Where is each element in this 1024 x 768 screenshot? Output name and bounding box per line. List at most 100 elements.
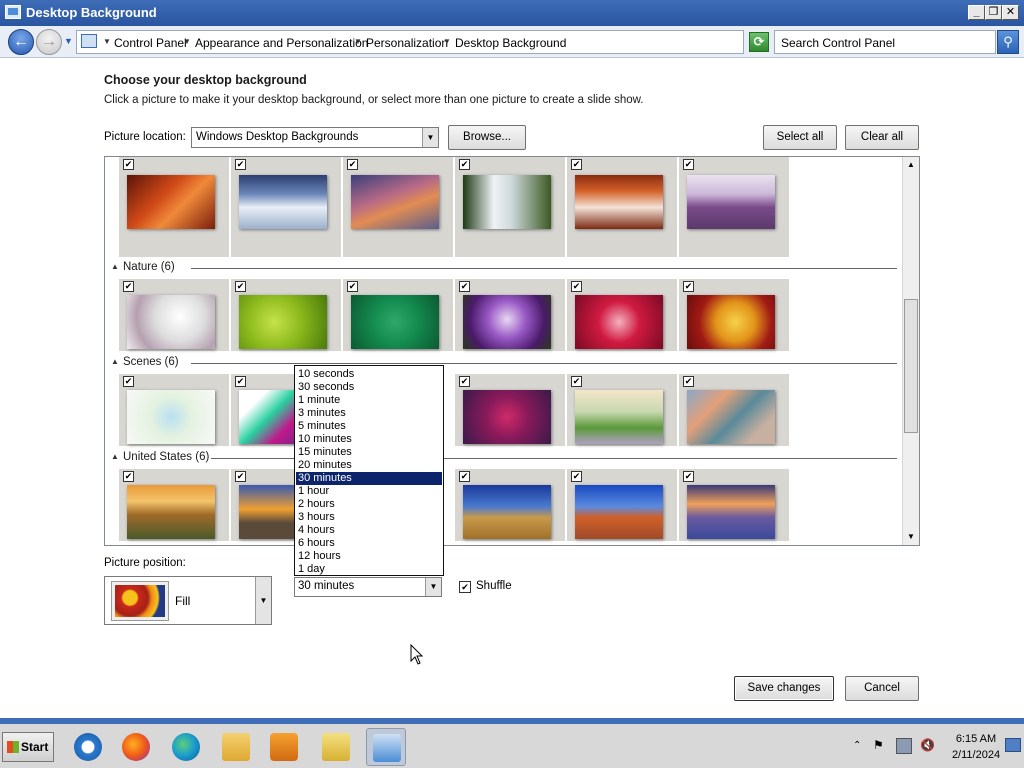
picture-checkbox[interactable]: ✔	[459, 376, 470, 387]
picture-thumbnail[interactable]	[127, 390, 215, 444]
picture-thumbnail[interactable]	[127, 295, 215, 349]
picture-tile[interactable]: ✔	[679, 374, 789, 446]
picture-thumbnail[interactable]	[575, 485, 663, 539]
restore-button[interactable]: ❐	[985, 5, 1002, 20]
picture-checkbox[interactable]: ✔	[123, 471, 134, 482]
save-changes-button[interactable]: Save changes	[734, 676, 834, 701]
group-header-united-states[interactable]: ▲ United States (6)	[111, 451, 897, 467]
interval-option[interactable]: 5 minutes	[296, 420, 442, 433]
picture-checkbox[interactable]: ✔	[123, 376, 134, 387]
select-all-button[interactable]: Select all	[763, 125, 837, 150]
picture-checkbox[interactable]: ✔	[683, 281, 694, 292]
chevron-down-icon[interactable]: ▼	[255, 577, 271, 624]
picture-tile[interactable]: ✔	[567, 157, 677, 257]
group-header-scenes[interactable]: ▲ Scenes (6)	[111, 356, 897, 372]
picture-thumbnail[interactable]	[687, 390, 775, 444]
picture-checkbox[interactable]: ✔	[123, 159, 134, 170]
interval-option[interactable]: 4 hours	[296, 524, 442, 537]
picture-checkbox[interactable]: ✔	[235, 159, 246, 170]
taskbar-edge[interactable]	[166, 728, 206, 766]
interval-option[interactable]: 30 minutes	[296, 472, 442, 485]
picture-tile[interactable]: ✔	[119, 374, 229, 446]
picture-tile[interactable]: ✔	[231, 157, 341, 257]
picture-thumbnail[interactable]	[575, 390, 663, 444]
shuffle-checkbox[interactable]: ✔	[459, 581, 471, 593]
change-picture-interval-select[interactable]: 30 minutes ▼	[294, 577, 442, 597]
breadcrumb-appearance[interactable]: Appearance and Personalization	[195, 36, 368, 50]
picture-checkbox[interactable]: ✔	[123, 281, 134, 292]
breadcrumb-desktop-background[interactable]: Desktop Background	[455, 36, 566, 50]
picture-tile[interactable]: ✔	[343, 157, 453, 257]
interval-option[interactable]: 12 hours	[296, 550, 442, 563]
picture-checkbox[interactable]: ✔	[683, 159, 694, 170]
taskbar-internet-explorer[interactable]	[68, 728, 108, 766]
picture-thumbnail[interactable]	[575, 175, 663, 229]
picture-tile[interactable]: ✔	[119, 279, 229, 351]
interval-option[interactable]: 2 hours	[296, 498, 442, 511]
picture-tile[interactable]: ✔	[455, 469, 565, 541]
picture-thumbnail[interactable]	[351, 175, 439, 229]
picture-tile[interactable]: ✔	[567, 279, 677, 351]
scroll-thumb[interactable]	[904, 299, 918, 433]
picture-checkbox[interactable]: ✔	[571, 281, 582, 292]
shuffle-label[interactable]: Shuffle	[476, 580, 512, 592]
picture-thumbnail[interactable]	[463, 390, 551, 444]
picture-tile[interactable]: ✔	[231, 279, 341, 351]
back-button[interactable]: ←	[8, 29, 34, 55]
interval-option[interactable]: 10 seconds	[296, 368, 442, 381]
picture-thumbnail[interactable]	[687, 175, 775, 229]
picture-checkbox[interactable]: ✔	[459, 281, 470, 292]
picture-tile[interactable]: ✔	[567, 374, 677, 446]
picture-thumbnail[interactable]	[575, 295, 663, 349]
picture-checkbox[interactable]: ✔	[459, 471, 470, 482]
picture-location-select[interactable]: Windows Desktop Backgrounds ▼	[191, 127, 439, 148]
chevron-down-icon[interactable]: ▼	[425, 578, 441, 596]
crumb-separator-icon[interactable]: ▼	[354, 37, 362, 46]
interval-dropdown-list[interactable]: 10 seconds 30 seconds 1 minute 3 minutes 5 m…	[294, 365, 444, 576]
picture-thumbnail[interactable]	[127, 175, 215, 229]
cancel-button[interactable]: Cancel	[845, 676, 919, 701]
crumb-separator-icon[interactable]: ▼	[443, 37, 451, 46]
picture-checkbox[interactable]: ✔	[235, 376, 246, 387]
picture-thumbnail[interactable]	[351, 295, 439, 349]
interval-option[interactable]: 15 minutes	[296, 446, 442, 459]
picture-thumbnail[interactable]	[127, 485, 215, 539]
forward-button[interactable]: →	[36, 29, 62, 55]
crumb-separator-icon[interactable]: ▼	[183, 37, 191, 46]
taskbar-documents-folder[interactable]	[316, 728, 356, 766]
picture-tile[interactable]: ✔	[679, 157, 789, 257]
interval-option[interactable]: 3 minutes	[296, 407, 442, 420]
breadcrumb-personalization[interactable]: Personalization	[366, 36, 448, 50]
minimize-button[interactable]: _	[968, 5, 985, 20]
picture-tile[interactable]: ✔	[119, 469, 229, 541]
refresh-button[interactable]: ⟳	[749, 32, 769, 52]
picture-thumbnail[interactable]	[687, 485, 775, 539]
picture-tile[interactable]: ✔	[455, 374, 565, 446]
clock-date[interactable]: 2/11/2024	[946, 749, 1006, 761]
picture-tile[interactable]: ✔	[455, 157, 565, 257]
interval-option[interactable]: 1 hour	[296, 485, 442, 498]
picture-checkbox[interactable]: ✔	[571, 159, 582, 170]
picture-checkbox[interactable]: ✔	[347, 159, 358, 170]
clear-all-button[interactable]: Clear all	[845, 125, 919, 150]
picture-checkbox[interactable]: ✔	[683, 471, 694, 482]
browse-button[interactable]: Browse...	[448, 125, 526, 150]
crumb-separator-icon[interactable]: ▼	[103, 37, 111, 46]
taskbar-media-player[interactable]	[264, 728, 304, 766]
breadcrumb-control-panel[interactable]: Control Panel	[114, 36, 187, 50]
recent-pages-dropdown[interactable]: ▼	[64, 36, 73, 46]
picture-tile[interactable]: ✔	[343, 279, 453, 351]
chevron-down-icon[interactable]: ▼	[422, 128, 438, 147]
search-input[interactable]: Search Control Panel	[774, 30, 996, 54]
scroll-down-arrow-icon[interactable]: ▼	[903, 529, 919, 545]
picture-checkbox[interactable]: ✔	[235, 281, 246, 292]
taskbar-control-panel[interactable]	[366, 728, 406, 766]
picture-checkbox[interactable]: ✔	[235, 471, 246, 482]
picture-checkbox[interactable]: ✔	[459, 159, 470, 170]
picture-checkbox[interactable]: ✔	[571, 376, 582, 387]
taskbar-firefox[interactable]	[116, 728, 156, 766]
picture-tile[interactable]: ✔	[455, 279, 565, 351]
picture-position-select[interactable]: Fill ▼	[104, 576, 272, 625]
start-button[interactable]: Start	[2, 732, 54, 762]
search-button[interactable]: ⚲	[997, 30, 1019, 54]
